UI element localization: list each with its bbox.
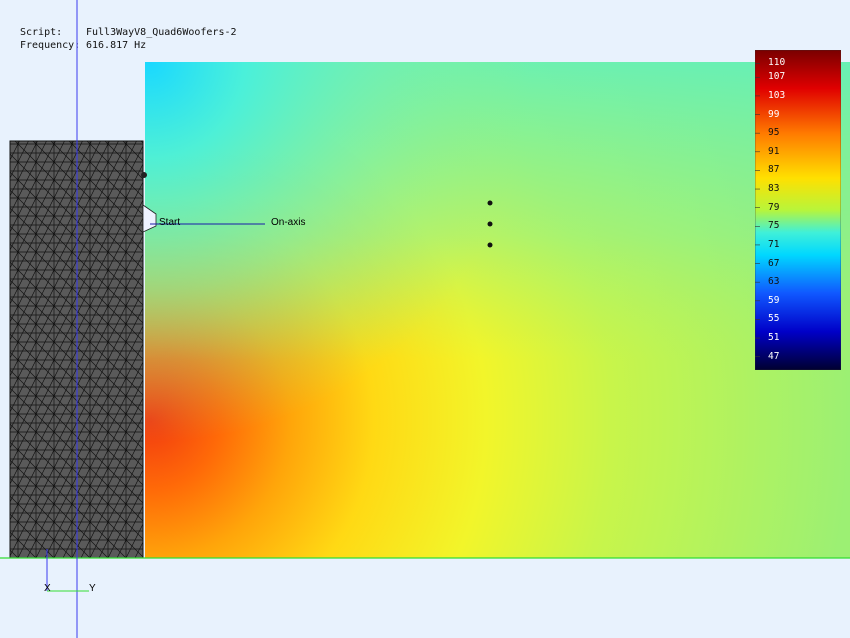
- simulation-viewport[interactable]: Start On-axis X Y: [0, 0, 850, 638]
- color-scale-label: 91: [768, 145, 780, 157]
- color-scale-label: 75: [768, 220, 780, 232]
- color-scale-label: 83: [768, 183, 780, 195]
- start-label: Start: [159, 217, 180, 228]
- color-scale-label: 107: [768, 71, 786, 83]
- color-scale-label: 51: [768, 332, 780, 344]
- color-scale-label: 99: [768, 108, 780, 120]
- color-scale-label: 63: [768, 276, 780, 288]
- spl-field: [145, 62, 850, 558]
- color-scale-label: 110: [768, 57, 786, 69]
- color-scale-label: 55: [768, 313, 780, 325]
- color-scale-label: 79: [768, 201, 780, 213]
- mic-point[interactable]: [487, 242, 493, 248]
- mic-point[interactable]: [487, 200, 493, 206]
- color-scale-bar: 110 107 103 99 95 91 87 83 79 75 71 67 63 59 55 51 47: [755, 50, 841, 370]
- on-axis-label: On-axis: [271, 217, 305, 228]
- driver-marker: [141, 172, 147, 178]
- mic-point[interactable]: [487, 221, 493, 227]
- color-scale-label: 103: [768, 89, 786, 101]
- color-scale-label: 59: [768, 294, 780, 306]
- axis-y-label: Y: [89, 583, 96, 594]
- color-scale-label: 71: [768, 238, 780, 250]
- color-scale-label: 67: [768, 257, 780, 269]
- color-scale-label: 95: [768, 127, 780, 139]
- color-scale-label: 47: [768, 350, 780, 362]
- color-scale-label: 87: [768, 164, 780, 176]
- axis-x-label: X: [44, 583, 51, 594]
